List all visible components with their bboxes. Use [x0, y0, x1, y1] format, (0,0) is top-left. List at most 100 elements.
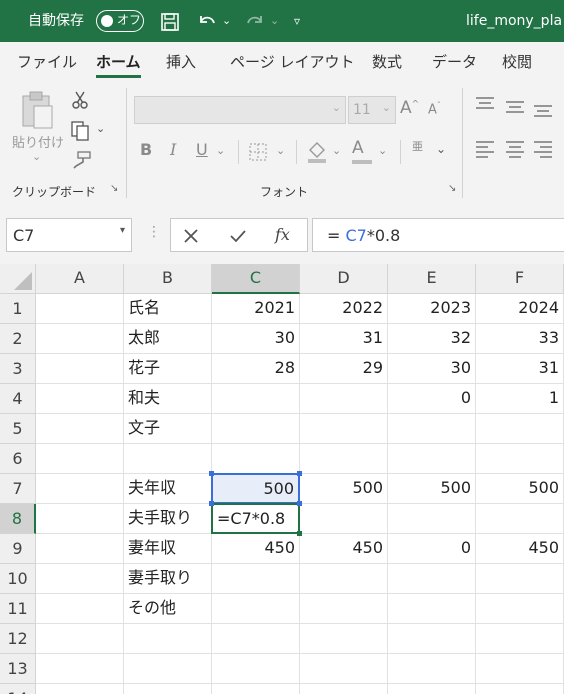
- cell-f8[interactable]: [476, 504, 564, 534]
- cell-a4[interactable]: [36, 384, 124, 414]
- cell-d13[interactable]: [300, 654, 388, 684]
- row-header-7[interactable]: 7: [0, 474, 36, 504]
- cell-b13[interactable]: [124, 654, 212, 684]
- cell-e4[interactable]: 0: [388, 384, 476, 414]
- cell-f11[interactable]: [476, 594, 564, 624]
- cell-a5[interactable]: [36, 414, 124, 444]
- align-center-icon[interactable]: [504, 140, 526, 160]
- column-header-d[interactable]: D: [300, 264, 388, 294]
- cell-d12[interactable]: [300, 624, 388, 654]
- cell-b14[interactable]: [124, 684, 212, 694]
- column-header-c[interactable]: C: [212, 264, 300, 294]
- format-painter-icon[interactable]: [70, 150, 92, 170]
- paste-icon[interactable]: [20, 90, 56, 130]
- cell-c7[interactable]: 500: [211, 473, 300, 504]
- row-header-14[interactable]: 14: [0, 684, 36, 694]
- fill-color-dropdown-icon[interactable]: ⌄: [332, 144, 341, 157]
- cell-b4[interactable]: 和夫: [124, 384, 212, 414]
- borders-icon[interactable]: [248, 142, 268, 162]
- phonetic-guide-icon[interactable]: 亜: [412, 138, 423, 154]
- cell-f7[interactable]: 500: [476, 474, 564, 504]
- cell-c6[interactable]: [212, 444, 300, 474]
- underline-button[interactable]: U: [196, 140, 208, 159]
- cell-f6[interactable]: [476, 444, 564, 474]
- cell-d5[interactable]: [300, 414, 388, 444]
- cell-a9[interactable]: [36, 534, 124, 564]
- font-launcher-icon[interactable]: ↘: [448, 183, 456, 194]
- row-header-4[interactable]: 4: [0, 384, 36, 414]
- cell-f14[interactable]: [476, 684, 564, 694]
- cell-c12[interactable]: [212, 624, 300, 654]
- cell-e6[interactable]: [388, 444, 476, 474]
- customize-qat-icon[interactable]: ▿: [294, 0, 300, 42]
- row-header-6[interactable]: 6: [0, 444, 36, 474]
- bold-button[interactable]: B: [140, 140, 152, 159]
- column-header-b[interactable]: B: [124, 264, 212, 294]
- save-icon[interactable]: [160, 12, 180, 32]
- borders-dropdown-icon[interactable]: ⌄: [276, 144, 285, 157]
- font-name-combo[interactable]: ⌄: [134, 96, 346, 124]
- cell-e7[interactable]: 500: [388, 474, 476, 504]
- cell-d14[interactable]: [300, 684, 388, 694]
- cell-d2[interactable]: 31: [300, 324, 388, 354]
- cell-e8[interactable]: [388, 504, 476, 534]
- cell-a10[interactable]: [36, 564, 124, 594]
- cell-b2[interactable]: 太郎: [124, 324, 212, 354]
- align-right-icon[interactable]: [532, 140, 554, 160]
- select-all-button[interactable]: [0, 264, 36, 294]
- tab-insert[interactable]: 挿入: [166, 42, 196, 82]
- cell-e10[interactable]: [388, 564, 476, 594]
- cell-a2[interactable]: [36, 324, 124, 354]
- reference-handle[interactable]: [297, 501, 302, 506]
- cell-c1[interactable]: 2021: [212, 294, 300, 324]
- font-size-dropdown-icon[interactable]: ⌄: [382, 101, 391, 114]
- row-header-5[interactable]: 5: [0, 414, 36, 444]
- copy-icon[interactable]: [70, 120, 92, 142]
- cell-e12[interactable]: [388, 624, 476, 654]
- row-header-9[interactable]: 9: [0, 534, 36, 564]
- copy-dropdown-icon[interactable]: ⌄: [96, 122, 105, 135]
- tab-review[interactable]: 校閲: [502, 42, 532, 82]
- reference-handle[interactable]: [209, 471, 214, 476]
- cell-d6[interactable]: [300, 444, 388, 474]
- formula-input[interactable]: = C7*0.8: [312, 218, 564, 252]
- clipboard-launcher-icon[interactable]: ↘: [110, 183, 118, 194]
- phonetic-dropdown-icon[interactable]: ⌄: [436, 142, 446, 156]
- reference-handle[interactable]: [297, 471, 302, 476]
- reference-handle[interactable]: [209, 501, 214, 506]
- cell-f12[interactable]: [476, 624, 564, 654]
- cell-d9[interactable]: 450: [300, 534, 388, 564]
- cell-c10[interactable]: [212, 564, 300, 594]
- tab-data[interactable]: データ: [432, 42, 477, 82]
- cell-e11[interactable]: [388, 594, 476, 624]
- cell-f10[interactable]: [476, 564, 564, 594]
- row-header-12[interactable]: 12: [0, 624, 36, 654]
- row-header-3[interactable]: 3: [0, 354, 36, 384]
- cell-d4[interactable]: [300, 384, 388, 414]
- underline-dropdown-icon[interactable]: ⌄: [216, 144, 225, 157]
- cell-b3[interactable]: 花子: [124, 354, 212, 384]
- cell-a1[interactable]: [36, 294, 124, 324]
- cell-b12[interactable]: [124, 624, 212, 654]
- tab-formulas[interactable]: 数式: [372, 42, 402, 82]
- cell-b10[interactable]: 妻手取り: [124, 564, 212, 594]
- align-middle-icon[interactable]: [504, 100, 526, 118]
- italic-button[interactable]: I: [170, 140, 176, 159]
- cell-b5[interactable]: 文子: [124, 414, 212, 444]
- cell-a3[interactable]: [36, 354, 124, 384]
- row-header-11[interactable]: 11: [0, 594, 36, 624]
- cell-d8[interactable]: [300, 504, 388, 534]
- align-left-icon[interactable]: [474, 140, 496, 160]
- cell-c5[interactable]: [212, 414, 300, 444]
- grow-font-icon[interactable]: A^: [400, 98, 419, 118]
- column-header-f[interactable]: F: [476, 264, 564, 294]
- redo-dropdown-icon[interactable]: ⌄: [270, 0, 279, 42]
- tab-file[interactable]: ファイル: [17, 42, 77, 82]
- fill-color-icon[interactable]: [306, 140, 328, 164]
- redo-icon[interactable]: [244, 11, 266, 33]
- cell-a8[interactable]: [36, 504, 124, 534]
- cell-e13[interactable]: [388, 654, 476, 684]
- cell-f1[interactable]: 2024: [476, 294, 564, 324]
- cell-f13[interactable]: [476, 654, 564, 684]
- cell-c2[interactable]: 30: [212, 324, 300, 354]
